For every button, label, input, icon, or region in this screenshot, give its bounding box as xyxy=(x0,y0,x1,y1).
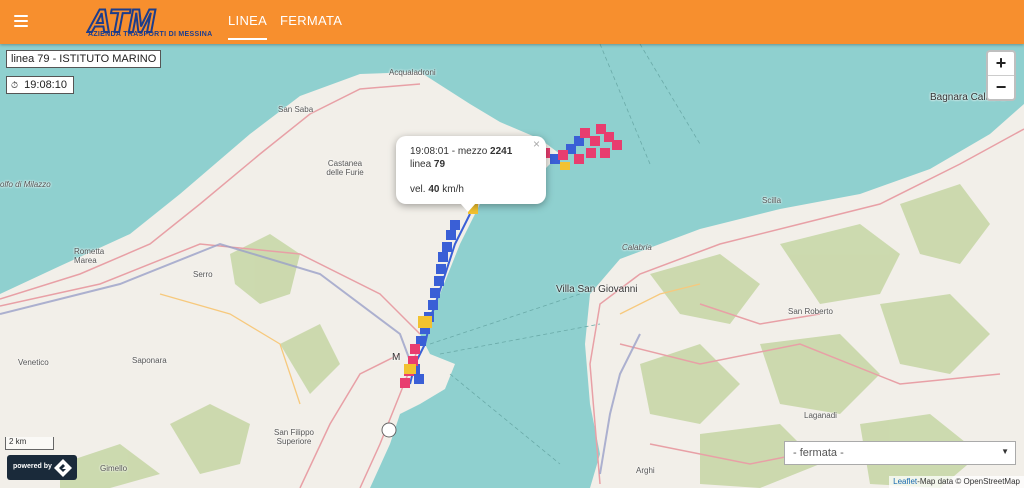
fermata-select[interactable]: - fermata - ▼ xyxy=(784,441,1016,465)
place-label: Gimello xyxy=(100,464,128,473)
line-label: linea 79 - ISTITUTO MARINO xyxy=(6,50,162,68)
tab-linea[interactable]: LINEA xyxy=(228,13,268,40)
place-label: M xyxy=(392,352,401,363)
place-label: Calabria xyxy=(622,243,652,252)
clock-box: ⏱ 19:08:10 xyxy=(6,76,74,94)
calabria-land xyxy=(585,104,1024,488)
place-label: Villa San Giovanni xyxy=(556,284,638,295)
place-label: olfo di Milazzo xyxy=(0,180,51,189)
place-label: Serro xyxy=(193,270,213,279)
zoom-in-button[interactable]: + xyxy=(988,52,1014,75)
place-label: Saponara xyxy=(132,356,167,365)
zoom-control: + − xyxy=(986,50,1016,101)
clock-time: 19:08:10 xyxy=(24,79,67,91)
map-canvas[interactable]: Acqualadroni San Saba Castanea delle Fur… xyxy=(0,44,1024,488)
leaflet-link[interactable]: Leaflet xyxy=(893,477,917,486)
top-navbar: ATM AZIENDA TRASPORTI DI MESSINA LINEA F… xyxy=(0,0,1024,44)
popup-line: linea 79 xyxy=(410,159,446,170)
place-label: Castanea delle Furie xyxy=(326,159,364,177)
place-label: Rometta Marea xyxy=(74,247,105,265)
popup-speed: vel. 40 km/h xyxy=(410,184,464,195)
vehicle-number: 2241 xyxy=(490,146,513,157)
powered-by-badge[interactable]: powered by xyxy=(7,455,77,480)
brand-logo-icon xyxy=(54,459,72,477)
place-label: Venetico xyxy=(18,358,49,367)
place-label: San Filippo Superiore xyxy=(273,428,315,446)
place-label: San Saba xyxy=(278,105,314,114)
clock-icon: ⏱ xyxy=(11,80,19,90)
popup-close-button[interactable]: × xyxy=(533,138,540,151)
chevron-down-icon: ▼ xyxy=(1001,447,1009,456)
logo-subtitle: AZIENDA TRASPORTI DI MESSINA xyxy=(88,31,213,38)
place-label: Scilla xyxy=(762,196,782,205)
vehicle-popup: × 19:08:01 - mezzo 2241 linea 79 vel. 40… xyxy=(396,136,546,204)
popup-time-line: 19:08:01 - mezzo 2241 xyxy=(410,146,513,157)
place-label: Arghi xyxy=(636,466,655,475)
place-label: San Roberto xyxy=(788,307,833,316)
map-scale: 2 km xyxy=(5,437,54,450)
map-attribution: Leaflet-Map data © OpenStreetMap xyxy=(889,476,1024,488)
popup-tip xyxy=(460,203,476,212)
speed-value: 40 xyxy=(428,184,440,195)
place-label: Acqualadroni xyxy=(389,68,436,77)
place-label: Laganadi xyxy=(804,411,837,420)
zoom-out-button[interactable]: − xyxy=(988,75,1014,99)
menu-icon[interactable] xyxy=(14,12,28,32)
bus-stop-marker[interactable] xyxy=(381,422,397,438)
tab-fermata[interactable]: FERMATA xyxy=(280,13,342,28)
line-number: 79 xyxy=(433,159,446,170)
map-tiles xyxy=(0,44,1024,488)
